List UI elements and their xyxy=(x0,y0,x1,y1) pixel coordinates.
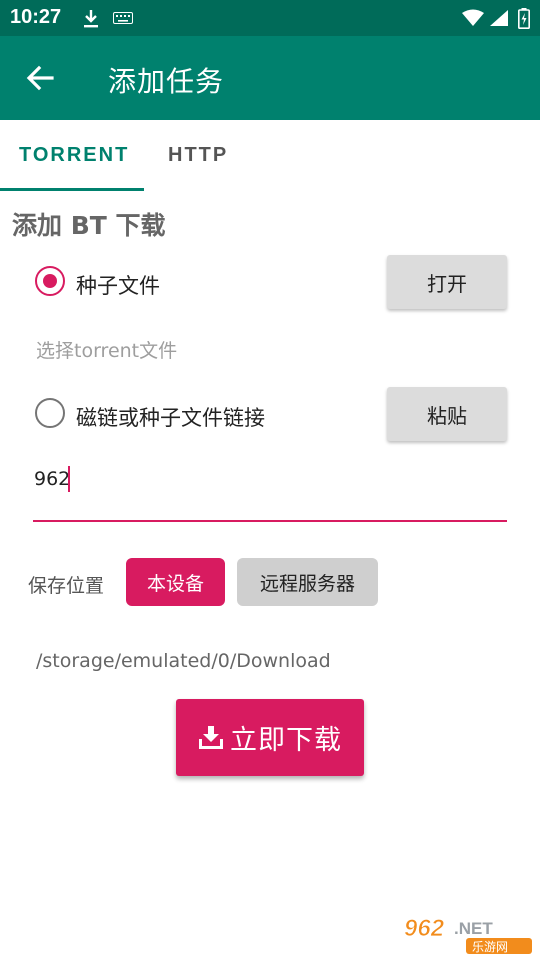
text-cursor xyxy=(68,466,70,492)
svg-text:962: 962 xyxy=(404,915,445,942)
download-icon xyxy=(199,725,223,749)
magnet-link-input-value[interactable]: 962 xyxy=(34,468,70,490)
battery-icon xyxy=(518,8,530,29)
chip-remote-server[interactable]: 远程服务器 xyxy=(237,558,378,606)
site-watermark-logo: 962 .NET 乐游网 xyxy=(404,915,532,954)
save-location-label: 保存位置 xyxy=(28,575,105,597)
radio-torrent-file[interactable] xyxy=(35,266,65,296)
open-button[interactable]: 打开 xyxy=(387,255,507,309)
torrent-file-label: 种子文件 xyxy=(76,274,160,298)
download-icon xyxy=(84,10,98,28)
tab-indicator xyxy=(0,188,144,191)
tab-http[interactable]: HTTP xyxy=(168,144,228,167)
status-time: 10:27 xyxy=(10,6,62,28)
tab-torrent[interactable]: TORRENT xyxy=(19,144,129,167)
chip-local-device[interactable]: 本设备 xyxy=(126,558,225,606)
magnet-link-label: 磁链或种子文件链接 xyxy=(76,406,265,430)
section-title: 添加 BT 下载 xyxy=(12,211,166,240)
svg-text:.NET: .NET xyxy=(454,919,493,938)
radio-magnet-link[interactable] xyxy=(35,398,65,428)
signal-icon xyxy=(490,10,508,26)
wifi-icon xyxy=(462,9,484,26)
back-arrow-icon[interactable] xyxy=(22,60,58,96)
torrent-file-hint: 选择torrent文件 xyxy=(36,340,178,362)
save-path: /storage/emulated/0/Download xyxy=(36,650,331,672)
page-title: 添加任务 xyxy=(108,65,225,98)
keyboard-icon xyxy=(113,12,133,24)
magnet-link-input[interactable] xyxy=(33,455,507,523)
svg-text:乐游网: 乐游网 xyxy=(472,940,508,954)
status-bar: 10:27 xyxy=(0,0,540,36)
tab-bar: TORRENT HTTP xyxy=(0,120,540,192)
download-now-label: 立即下载 xyxy=(230,725,342,756)
input-underline xyxy=(33,520,507,522)
paste-button[interactable]: 粘贴 xyxy=(387,387,507,441)
app-bar: 添加任务 xyxy=(0,36,540,120)
download-now-button[interactable]: 立即下载 xyxy=(176,699,364,776)
